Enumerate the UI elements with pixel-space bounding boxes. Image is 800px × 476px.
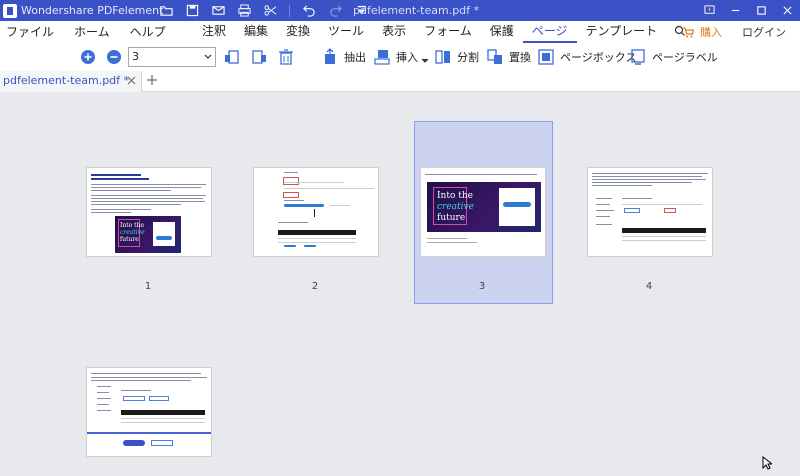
hero-text-2: creative [437,202,474,212]
print-icon[interactable] [237,4,251,18]
document-tab[interactable]: pdfelement-team.pdf * [0,71,142,92]
mouse-cursor-icon [762,456,772,470]
split-label: 分割 [457,51,479,64]
redo-icon[interactable] [328,4,342,18]
replace-label: 置換 [509,51,531,64]
zoom-in-icon[interactable] [78,47,98,67]
insert-label: 挿入 [396,51,418,64]
chevron-down-icon [204,54,212,59]
app-title: Wondershare PDFelement [21,4,164,17]
replace-button[interactable]: 置換 [485,47,531,67]
page-box-icon [536,47,556,67]
mail-icon[interactable] [211,4,225,18]
login-button[interactable]: ログイン [742,24,786,40]
rotate-left-button[interactable] [222,47,246,67]
title-bar: Wondershare PDFelement pdfelement-team.p… [0,0,800,21]
menu-comment[interactable]: 注釈 [193,21,235,43]
minimize-icon[interactable] [722,0,748,21]
page-toolbar: 3 抽出 挿入 分割 置換 ページボックス ページラベル [0,43,800,71]
hero-text-3: future [437,213,466,223]
undo-icon[interactable] [302,4,316,18]
extract-button[interactable]: 抽出 [320,47,366,67]
scissors-icon[interactable] [263,4,277,18]
menu-file[interactable]: ファイル [0,22,64,42]
cart-icon [683,27,694,38]
menu-home[interactable]: ホーム [64,22,120,42]
add-tab-icon[interactable] [146,74,158,86]
rotate-left-icon [222,47,242,67]
page-label-button[interactable]: ページラベル [628,47,718,67]
split-icon [433,47,453,67]
menu-template[interactable]: テンプレート [577,21,667,43]
page-number-1: 1 [144,281,152,292]
menu-convert[interactable]: 変換 [277,21,319,43]
page-thumbnail-grid: Into the creative future 1 2 Into the cr… [0,92,800,476]
app-logo-icon [3,3,17,18]
buy-label: 購入 [700,26,722,39]
menu-tools[interactable]: ツール [319,21,373,43]
buy-button[interactable]: 購入 [682,24,722,40]
rotate-right-icon [249,47,269,67]
page-thumbnail-4[interactable] [587,167,713,257]
page-thumbnail-2[interactable] [253,167,379,257]
save-icon[interactable] [185,4,199,18]
page-number-2: 2 [311,281,319,292]
menu-protect[interactable]: 保護 [481,21,523,43]
page-number-value: 3 [132,50,139,63]
hero-text-1: Into the [437,191,473,201]
page-thumbnail-3[interactable]: Into the creative future [420,167,546,257]
menu-help[interactable]: ヘルプ [120,22,176,42]
menu-view[interactable]: 表示 [373,21,415,43]
zoom-out-icon[interactable] [104,47,124,67]
extract-icon [320,47,340,67]
document-title: pdfelement-team.pdf * [353,4,480,17]
delete-icon [276,47,296,67]
page-thumbnail-1[interactable]: Into the creative future [86,167,212,257]
toolbar-separator [289,4,290,17]
window-controls [696,0,800,21]
delete-page-button[interactable] [276,47,300,67]
hero-text-3: future [120,236,139,243]
page-thumbnail-5[interactable] [86,367,212,457]
menu-bar: ファイル ホーム ヘルプ 注釈 編集 変換 ツール 表示 フォーム 保護 ページ… [0,21,800,43]
document-tab-bar: pdfelement-team.pdf * [0,71,800,92]
page-number-select[interactable]: 3 [128,47,216,67]
quick-access-toolbar [159,4,380,18]
insert-dropdown-icon[interactable] [421,58,429,64]
split-button[interactable]: 分割 [433,47,479,67]
menu-edit[interactable]: 編集 [235,21,277,43]
close-tab-icon[interactable] [127,76,136,85]
page-number-3: 3 [478,281,486,292]
replace-icon [485,47,505,67]
page-box-label: ページボックス [560,51,637,64]
close-icon[interactable] [774,0,800,21]
insert-button[interactable]: 挿入 [372,47,429,67]
insert-icon [372,47,392,67]
page-number-4: 4 [645,281,653,292]
page-box-button[interactable]: ページボックス [536,47,636,67]
folder-icon[interactable] [159,4,173,18]
menu-page[interactable]: ページ [522,21,577,43]
document-tab-label: pdfelement-team.pdf * [3,74,130,87]
page-label-label: ページラベル [652,51,718,64]
page-label-icon [628,47,648,67]
maximize-icon[interactable] [748,0,774,21]
rotate-right-button[interactable] [249,47,273,67]
extract-label: 抽出 [344,51,366,64]
menu-form[interactable]: フォーム [415,21,481,43]
lightbulb-icon[interactable] [696,0,722,21]
